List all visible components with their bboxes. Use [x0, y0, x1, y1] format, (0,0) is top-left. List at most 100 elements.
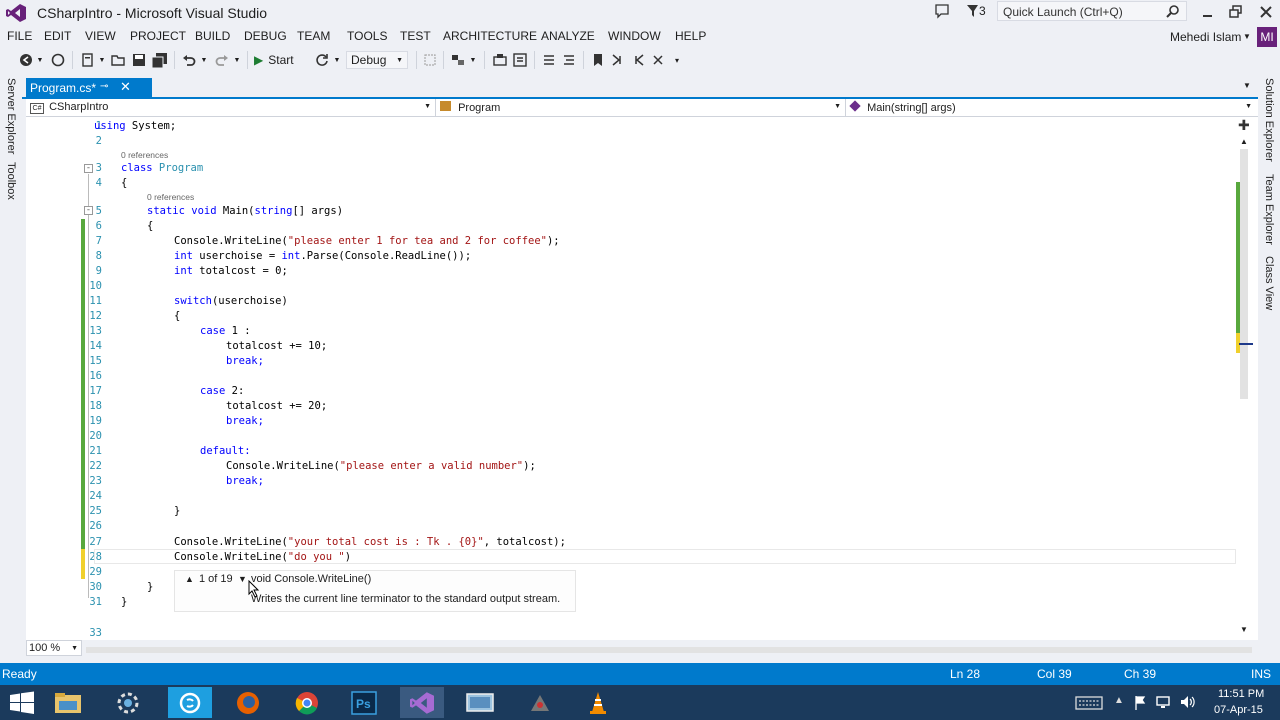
line-number: 19: [89, 415, 102, 427]
close-tab-icon[interactable]: ✕: [120, 79, 131, 95]
vlc-icon[interactable]: [576, 687, 620, 718]
volume-icon[interactable]: [1180, 695, 1196, 712]
uncomment-lines-icon[interactable]: [561, 51, 577, 69]
open-file-icon[interactable]: [110, 51, 126, 69]
class-view-tab[interactable]: Class View: [1263, 256, 1275, 310]
solution-explorer-tab[interactable]: Solution Explorer: [1263, 78, 1275, 162]
skype-app-icon[interactable]: [168, 687, 212, 718]
close-window-button[interactable]: [1258, 4, 1274, 20]
code-line-30: }: [147, 581, 154, 593]
menu-project[interactable]: PROJECT: [130, 29, 186, 43]
restore-button[interactable]: [1228, 4, 1244, 20]
display-tray-icon[interactable]: [1156, 695, 1170, 712]
menu-debug[interactable]: DEBUG: [244, 29, 287, 43]
solution-config-select[interactable]: Debug ▼: [346, 51, 408, 69]
generic-app-icon[interactable]: [518, 687, 562, 718]
next-overload-icon[interactable]: ▼: [238, 574, 247, 584]
toolbar-options-icon[interactable]: ▾: [672, 51, 682, 69]
comment-lines-icon[interactable]: [541, 51, 557, 69]
project-dropdown[interactable]: C# CSharpIntro ▼: [26, 99, 436, 117]
bookmark-icon[interactable]: [590, 51, 606, 69]
feedback-icon[interactable]: [934, 3, 950, 19]
notification-flag-icon[interactable]: [966, 3, 980, 19]
control-panel-icon[interactable]: [106, 687, 150, 718]
menu-analyze[interactable]: ANALYZE: [541, 29, 595, 43]
firefox-icon[interactable]: [226, 687, 270, 718]
menu-edit[interactable]: EDIT: [44, 29, 71, 43]
save-all-icon[interactable]: [151, 51, 169, 69]
team-explorer-tab[interactable]: Team Explorer: [1263, 174, 1275, 245]
user-dropdown-icon[interactable]: ▼: [1243, 32, 1251, 41]
avatar[interactable]: MI: [1257, 27, 1277, 47]
menu-view[interactable]: VIEW: [85, 29, 116, 43]
object-browser-icon[interactable]: [450, 51, 466, 69]
standard-toolbar: ▼ ▼ ▼ ▼ ▶ Start ▼ Debug ▼ ▼ ▾: [0, 48, 1280, 72]
windows-start-icon[interactable]: [0, 687, 44, 718]
redo-icon[interactable]: [214, 51, 230, 69]
horizontal-scrollbar[interactable]: [86, 647, 1252, 653]
clear-bookmarks-icon[interactable]: [650, 51, 666, 69]
user-name[interactable]: Mehedi Islam: [1170, 30, 1241, 44]
photoshop-icon[interactable]: Ps: [342, 687, 386, 718]
start-button[interactable]: ▶ Start: [254, 51, 302, 69]
menu-window[interactable]: WINDOW: [608, 29, 661, 43]
quick-launch-input[interactable]: Quick Launch (Ctrl+Q): [997, 1, 1187, 21]
previous-bookmark-icon[interactable]: [610, 51, 626, 69]
refresh-dropdown-icon[interactable]: ▼: [333, 51, 341, 69]
new-project-icon[interactable]: [80, 51, 96, 69]
code-line-6: {: [147, 220, 154, 232]
save-icon[interactable]: [131, 51, 147, 69]
undo-dropdown-icon[interactable]: ▼: [200, 51, 208, 69]
next-bookmark-icon[interactable]: [630, 51, 646, 69]
visual-studio-taskbar-icon[interactable]: [400, 687, 444, 718]
navigate-back-icon[interactable]: [18, 51, 34, 69]
class-dropdown[interactable]: Program ▼: [436, 99, 846, 117]
tab-overflow-dropdown-icon[interactable]: ▼: [1243, 81, 1251, 90]
menu-tools[interactable]: TOOLS: [347, 29, 387, 43]
codelens-references[interactable]: 0 references: [147, 192, 194, 202]
tray-expand-icon[interactable]: ▲: [1114, 695, 1124, 706]
object-browser-dropdown-icon[interactable]: ▼: [469, 51, 477, 69]
tab-program-cs[interactable]: Program.cs* ⊸ ✕: [26, 78, 152, 98]
code-editor[interactable]: - - 1 2 3 4 5 6 7 8 9 10 11 12 13 14 15 …: [26, 117, 1258, 640]
vertical-scrollbar[interactable]: ✚ ▲ ▼: [1236, 117, 1253, 640]
find-in-files-icon[interactable]: [422, 51, 438, 69]
menu-file[interactable]: FILE: [7, 29, 32, 43]
solution-explorer-icon[interactable]: [492, 51, 508, 69]
new-dropdown-icon[interactable]: ▼: [98, 51, 106, 69]
file-explorer-icon[interactable]: [46, 687, 90, 718]
code-text-area[interactable]: - - 1 2 3 4 5 6 7 8 9 10 11 12 13 14 15 …: [26, 117, 1236, 640]
action-center-flag-icon[interactable]: [1134, 695, 1146, 714]
menu-architecture[interactable]: ARCHITECTURE: [443, 29, 537, 43]
scroll-down-icon[interactable]: ▼: [1240, 625, 1248, 634]
zoom-select[interactable]: 100 % ▼: [26, 640, 82, 656]
menu-help[interactable]: HELP: [675, 29, 706, 43]
navigate-forward-icon[interactable]: [50, 51, 66, 69]
pin-icon[interactable]: ⊸: [100, 81, 108, 92]
previous-overload-icon[interactable]: ▲: [185, 574, 194, 584]
refresh-icon[interactable]: [314, 51, 330, 69]
split-editor-icon[interactable]: ✚: [1238, 117, 1250, 134]
scroll-track[interactable]: [1240, 149, 1248, 399]
redo-dropdown-icon[interactable]: ▼: [233, 51, 241, 69]
properties-icon[interactable]: [512, 51, 528, 69]
server-explorer-tab[interactable]: Server Explorer: [5, 78, 17, 154]
keyboard-icon[interactable]: [1075, 696, 1103, 713]
minimize-button[interactable]: [1200, 4, 1216, 20]
taskbar-time[interactable]: 11:51 PM: [1218, 688, 1264, 700]
menu-test[interactable]: TEST: [400, 29, 431, 43]
chevron-down-icon: ▼: [834, 103, 841, 110]
undo-icon[interactable]: [181, 51, 197, 69]
screen-recorder-icon[interactable]: [458, 687, 502, 718]
codelens-references[interactable]: 0 references: [121, 150, 168, 160]
back-dropdown-icon[interactable]: ▼: [36, 51, 44, 69]
chrome-icon[interactable]: [285, 687, 329, 718]
taskbar-date[interactable]: 07-Apr-15: [1214, 704, 1263, 716]
search-icon: [1166, 4, 1180, 21]
notification-count[interactable]: 3: [979, 4, 986, 18]
menu-build[interactable]: BUILD: [195, 29, 230, 43]
member-dropdown[interactable]: Main(string[] args) ▼: [846, 99, 1256, 117]
scroll-up-icon[interactable]: ▲: [1240, 137, 1248, 146]
menu-team[interactable]: TEAM: [297, 29, 330, 43]
toolbox-tab[interactable]: Toolbox: [5, 162, 17, 200]
